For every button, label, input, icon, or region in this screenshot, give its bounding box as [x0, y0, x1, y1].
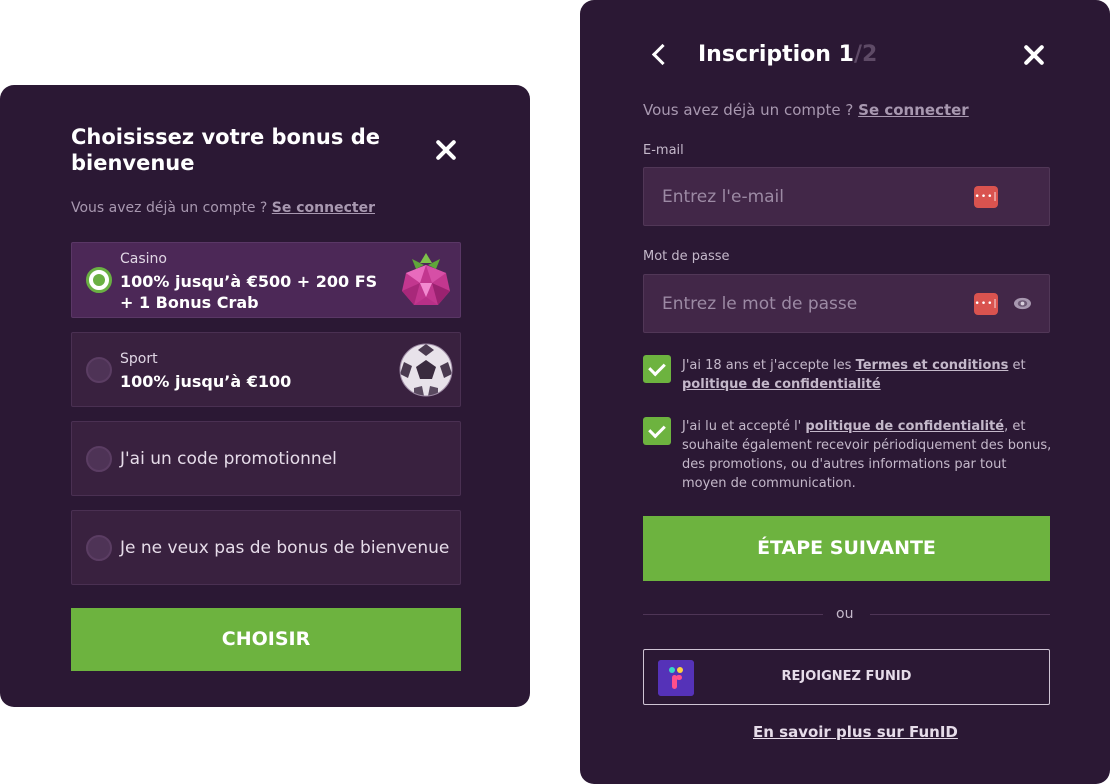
terms-checkbox[interactable] [643, 355, 671, 383]
account-prompt-text: Vous avez déjà un compte ? [71, 200, 268, 216]
consent-text: J'ai 18 ans et j'accepte les [682, 358, 856, 373]
option-category: Casino [120, 251, 167, 267]
marketing-consent-text: J'ai lu et accepté l' politique de confi… [682, 417, 1052, 493]
registration-login-link[interactable]: Se connecter [858, 101, 969, 119]
consent-text: J'ai lu et accepté l' [682, 419, 806, 434]
option-offer-line1: 100% jusqu’à €500 + 200 FS [120, 272, 378, 291]
next-step-button[interactable]: ÉTAPE SUIVANTE [643, 516, 1050, 581]
bonus-login-link[interactable]: Se connecter [272, 200, 375, 216]
registration-step-total: /2 [853, 42, 878, 67]
show-password-eye-icon[interactable] [1013, 295, 1032, 312]
choose-bonus-button[interactable]: CHOISIR [71, 608, 461, 671]
funid-learn-more-link[interactable]: En savoir plus sur FunID [753, 723, 958, 741]
terms-consent-text: J'ai 18 ans et j'accepte les Termes et c… [682, 356, 1052, 394]
account-prompt-text: Vous avez déjà un compte ? [643, 101, 854, 119]
divider-right [870, 614, 1050, 615]
or-separator: ou [836, 606, 854, 622]
soccer-ball-icon [399, 343, 453, 397]
password-field-wrapper: •••| [643, 274, 1050, 333]
bonus-option-casino[interactable]: Casino 100% jusqu’à €500 + 200 FS + 1 Bo… [71, 242, 461, 318]
email-field[interactable] [644, 168, 964, 225]
join-funid-button[interactable]: REJOIGNEZ FUNID [643, 649, 1050, 705]
privacy-policy-link-2[interactable]: politique de confidentialité [805, 419, 1004, 434]
email-field-wrapper: •••| [643, 167, 1050, 226]
bonus-panel-title: Choisissez votre bonus de bienvenue [71, 125, 380, 175]
password-manager-icon[interactable]: •••| [974, 293, 998, 315]
registration-title-text: Inscription 1 [698, 42, 854, 67]
bonus-option-promo-code[interactable]: J'ai un code promotionnel [71, 421, 461, 496]
bonus-option-no-bonus[interactable]: Je ne veux pas de bonus de bienvenue [71, 510, 461, 585]
password-label: Mot de passe [643, 249, 730, 264]
radio-sport[interactable] [86, 357, 112, 383]
registration-title: Inscription 1/2 [698, 42, 877, 67]
back-chevron-icon[interactable] [650, 46, 668, 64]
consent-text: et [1008, 358, 1026, 373]
registration-close-icon[interactable] [1022, 43, 1046, 67]
option-offer-line2: + 1 Bonus Crab [120, 293, 259, 312]
email-label: E-mail [643, 143, 684, 158]
bonus-account-prompt: Vous avez déjà un compte ? Se connecter [71, 200, 375, 216]
password-field[interactable] [644, 275, 964, 332]
bonus-option-sport[interactable]: Sport 100% jusqu’à €100 [71, 332, 461, 407]
radio-casino[interactable] [86, 267, 112, 293]
radio-promo-code[interactable] [86, 446, 112, 472]
marketing-checkbox[interactable] [643, 417, 671, 445]
divider-left [643, 614, 823, 615]
privacy-policy-link[interactable]: politique de confidentialité [682, 377, 881, 392]
option-offer-line1: 100% jusqu’à €100 [120, 372, 292, 391]
join-funid-label: REJOIGNEZ FUNID [781, 669, 912, 684]
bonus-close-icon[interactable] [434, 138, 458, 162]
option-label: Je ne veux pas de bonus de bienvenue [120, 538, 450, 558]
terms-link[interactable]: Termes et conditions [856, 358, 1009, 373]
radio-no-bonus[interactable] [86, 535, 112, 561]
registration-account-prompt: Vous avez déjà un compte ? Se connecter [643, 101, 969, 119]
raspberry-gem-icon [402, 253, 450, 305]
option-label: J'ai un code promotionnel [120, 449, 337, 469]
option-category: Sport [120, 351, 158, 367]
password-manager-icon[interactable]: •••| [974, 186, 998, 208]
